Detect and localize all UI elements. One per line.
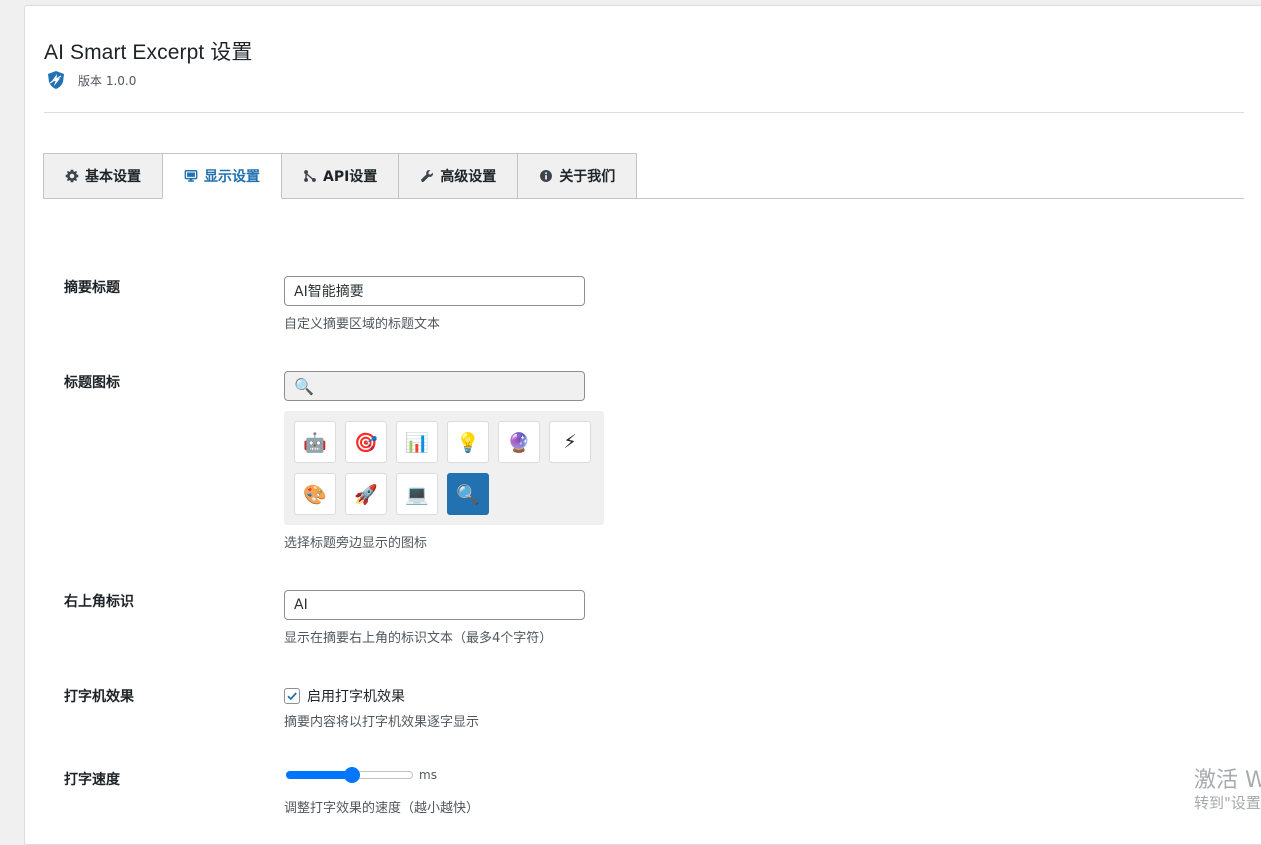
- watermark-line-2: 转到"设置: [1194, 794, 1261, 813]
- icon-option-palette-icon[interactable]: 🎨: [294, 473, 336, 515]
- summary-title-desc: 自定义摘要区域的标题文本: [284, 317, 441, 332]
- tab-advanced-settings[interactable]: 高级设置: [398, 153, 519, 199]
- summary-title-input[interactable]: [284, 276, 585, 306]
- checkmark-icon: [287, 692, 297, 701]
- wrench-icon: [421, 170, 434, 183]
- icon-option-lightbulb-icon[interactable]: 💡: [447, 421, 489, 463]
- settings-panel: [24, 5, 1261, 845]
- corner-badge-desc: 显示在摘要右上角的标识文本（最多4个字符）: [284, 631, 553, 646]
- shield-bolt-icon: [48, 71, 64, 89]
- gear-icon: [65, 169, 79, 183]
- title-icon-desc: 选择标题旁边显示的图标: [284, 536, 428, 551]
- info-icon: [540, 170, 553, 182]
- icon-option-laptop-icon[interactable]: 💻: [396, 473, 438, 515]
- typewriter-checkbox[interactable]: [284, 688, 300, 704]
- typewriter-checkbox-row[interactable]: 启用打字机效果: [284, 686, 405, 706]
- tab-display-settings[interactable]: 显示设置: [162, 153, 282, 199]
- typing-speed-desc: 调整打字效果的速度（越小越快）: [284, 801, 480, 816]
- icon-option-lightning-icon[interactable]: ⚡: [549, 421, 591, 463]
- tab-label: 显示设置: [204, 169, 260, 185]
- tab-label: API设置: [323, 169, 378, 185]
- tab-label: 关于我们: [559, 169, 616, 185]
- icon-option-bar-chart-icon[interactable]: 📊: [396, 421, 438, 463]
- icon-option-crystal-ball-icon[interactable]: 🔮: [498, 421, 540, 463]
- tab-basic-settings[interactable]: 基本设置: [43, 153, 163, 199]
- typewriter-checkbox-label: 启用打字机效果: [307, 689, 405, 705]
- icon-search-input[interactable]: 🔍: [284, 371, 585, 401]
- summary-title-label: 摘要标题: [64, 280, 120, 296]
- tab-api-settings[interactable]: API设置: [281, 153, 400, 199]
- slider-fill: [286, 771, 352, 779]
- version-row: 版本 1.0.0: [46, 70, 136, 90]
- title-icon-label: 标题图标: [64, 375, 120, 391]
- corner-badge-input[interactable]: [284, 590, 585, 620]
- typewriter-label: 打字机效果: [64, 689, 134, 705]
- corner-badge-label: 右上角标识: [64, 594, 134, 610]
- header-divider: [44, 112, 1244, 113]
- tab-about-us[interactable]: 关于我们: [517, 153, 638, 199]
- typewriter-desc: 摘要内容将以打字机效果逐字显示: [284, 715, 480, 730]
- icon-picker-grid: 🤖 🎯 📊 💡 🔮 ⚡ 🎨 🚀 💻 🔍: [284, 411, 604, 525]
- slider-thumb[interactable]: [344, 767, 360, 783]
- activation-watermark: 激活 W 转到"设置: [1194, 768, 1261, 812]
- version-text: 版本 1.0.0: [78, 73, 137, 88]
- icon-option-rocket-icon[interactable]: 🚀: [345, 473, 387, 515]
- tab-label: 高级设置: [440, 169, 497, 185]
- connection-icon: [304, 170, 316, 182]
- typing-speed-slider[interactable]: [286, 767, 413, 783]
- typing-speed-label: 打字速度: [64, 772, 120, 788]
- icon-option-magnifier-icon[interactable]: 🔍: [447, 473, 489, 515]
- icon-option-target-icon[interactable]: 🎯: [345, 421, 387, 463]
- typing-speed-slider-row: ms: [286, 767, 437, 783]
- tab-label: 基本设置: [85, 169, 141, 185]
- typing-speed-unit: ms: [419, 768, 437, 782]
- page-title: AI Smart Excerpt 设置: [44, 41, 253, 64]
- magnifier-icon: 🔍: [294, 376, 314, 396]
- icon-option-robot-icon[interactable]: 🤖: [294, 421, 336, 463]
- settings-tabs: 基本设置 显示设置 API设置 高级设置 关于我们: [43, 153, 638, 199]
- watermark-line-1: 激活 W: [1194, 768, 1261, 793]
- monitor-icon: [184, 170, 198, 182]
